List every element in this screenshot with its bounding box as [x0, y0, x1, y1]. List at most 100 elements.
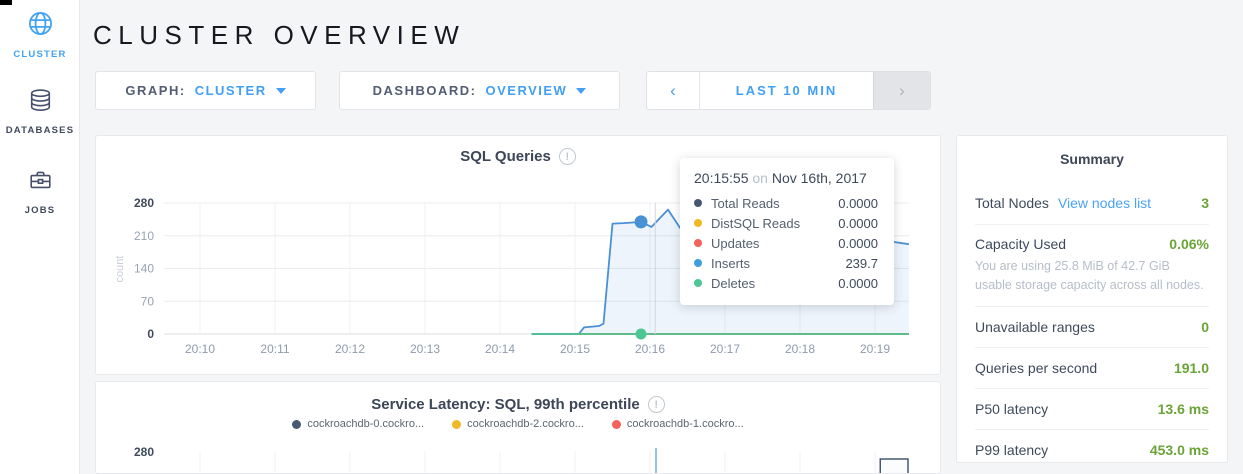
page-title: CLUSTER OVERVIEW — [93, 20, 465, 51]
total-nodes-value: 3 — [1201, 195, 1209, 211]
capacity-description: You are using 25.8 MiB of 42.7 GiB usabl… — [975, 257, 1209, 295]
svg-text:20:16: 20:16 — [635, 342, 665, 356]
sidebar-item-cluster[interactable]: CLUSTER — [0, 10, 80, 60]
tooltip-series-label: Inserts — [711, 256, 750, 271]
view-nodes-list-link[interactable]: View nodes list — [1058, 195, 1151, 211]
tooltip-series-label: DistSQL Reads — [711, 216, 800, 231]
tooltip-timestamp: 20:15:55 on Nov 16th, 2017 — [694, 170, 878, 186]
series-color-dot — [694, 199, 702, 207]
svg-text:20:13: 20:13 — [410, 342, 440, 356]
series-color-dot — [694, 219, 702, 227]
sidebar-item-jobs[interactable]: JOBS — [0, 168, 80, 216]
p99-latency-value: 453.0 ms — [1150, 442, 1209, 458]
p99-latency-label: P99 latency — [975, 442, 1048, 458]
service-latency-title-row: Service Latency: SQL, 99th percentile ! — [96, 396, 940, 413]
svg-text:20:15: 20:15 — [560, 342, 590, 356]
chevron-left-icon: ‹ — [670, 81, 676, 101]
info-icon[interactable]: ! — [559, 148, 576, 165]
tooltip-series-label: Total Reads — [711, 196, 780, 211]
tooltip-row: DistSQL Reads 0.0000 — [694, 213, 878, 233]
summary-title: Summary — [975, 136, 1209, 182]
dashboard-dropdown[interactable]: DASHBOARD: OVERVIEW — [339, 71, 620, 110]
chevron-down-icon — [276, 88, 286, 94]
cluster-overview-page: CLUSTER DATABASES — [0, 0, 1243, 474]
svg-text:0: 0 — [147, 327, 154, 341]
sidebar-item-databases[interactable]: DATABASES — [0, 88, 80, 136]
database-icon — [28, 88, 53, 118]
legend-item[interactable]: cockroachdb-1.cockro... — [612, 418, 744, 430]
legend-item[interactable]: cockroachdb-2.cockro... — [452, 418, 584, 430]
sidebar-item-label: DATABASES — [6, 125, 75, 136]
p50-latency-label: P50 latency — [975, 401, 1048, 417]
series-color-dot — [694, 279, 702, 287]
tooltip-date: Nov 16th, 2017 — [772, 170, 867, 186]
tooltip-series-value: 239.7 — [845, 256, 878, 271]
svg-text:210: 210 — [134, 229, 154, 243]
graph-dropdown-value: CLUSTER — [195, 83, 267, 98]
svg-text:280: 280 — [134, 445, 154, 459]
svg-text:280: 280 — [134, 196, 154, 210]
time-window-prev-button[interactable]: ‹ — [647, 72, 700, 109]
summary-row-p50: P50 latency 13.6 ms — [975, 388, 1209, 429]
briefcase-icon — [28, 168, 53, 198]
time-window-selector: ‹ LAST 10 MIN › — [646, 71, 931, 110]
svg-text:20:18: 20:18 — [785, 342, 815, 356]
sidebar-item-label: CLUSTER — [13, 49, 66, 60]
svg-text:20:10: 20:10 — [185, 342, 215, 356]
tooltip-series-label: Deletes — [711, 276, 755, 291]
chart-legend: cockroachdb-0.cockro... cockroachdb-2.co… — [96, 418, 940, 430]
summary-panel: Summary Total Nodes View nodes list 3 Ca… — [956, 135, 1228, 463]
window-corner-artifact — [0, 0, 12, 5]
summary-row-qps: Queries per second 191.0 — [975, 347, 1209, 388]
qps-value: 191.0 — [1174, 360, 1209, 376]
graph-dropdown-label: GRAPH: — [125, 83, 185, 98]
svg-text:20:14: 20:14 — [485, 342, 515, 356]
graph-dropdown[interactable]: GRAPH: CLUSTER — [95, 71, 316, 110]
chart-title: SQL Queries — [460, 148, 551, 165]
svg-text:20:11: 20:11 — [260, 342, 289, 356]
legend-label: cockroachdb-0.cockro... — [307, 418, 424, 430]
summary-row-capacity: Capacity Used 0.06% You are using 25.8 M… — [975, 224, 1209, 306]
chart-title: Service Latency: SQL, 99th percentile — [371, 396, 639, 413]
chevron-down-icon — [576, 88, 586, 94]
legend-color-dot — [612, 420, 621, 429]
tooltip-series-value: 0.0000 — [838, 236, 878, 251]
tooltip-row: Inserts 239.7 — [694, 253, 878, 273]
p50-latency-value: 13.6 ms — [1158, 401, 1209, 417]
info-icon[interactable]: ! — [648, 396, 665, 413]
svg-text:70: 70 — [141, 294, 155, 308]
legend-label: cockroachdb-2.cockro... — [467, 418, 584, 430]
capacity-used-label: Capacity Used — [975, 236, 1066, 252]
unavailable-ranges-label: Unavailable ranges — [975, 319, 1095, 335]
legend-color-dot — [292, 420, 301, 429]
series-color-dot — [694, 259, 702, 267]
tooltip-series-value: 0.0000 — [838, 276, 878, 291]
sidebar: CLUSTER DATABASES — [0, 0, 80, 474]
chart-hover-tooltip: 20:15:55 on Nov 16th, 2017 Total Reads 0… — [680, 158, 894, 305]
svg-text:count: count — [114, 256, 126, 283]
tooltip-rows: Total Reads 0.0000 DistSQL Reads 0.0000 … — [694, 193, 878, 293]
dashboard-dropdown-label: DASHBOARD: — [373, 83, 477, 98]
summary-row-unavailable-ranges: Unavailable ranges 0 — [975, 306, 1209, 347]
qps-label: Queries per second — [975, 360, 1097, 376]
legend-label: cockroachdb-1.cockro... — [627, 418, 744, 430]
total-nodes-label: Total Nodes — [975, 195, 1049, 211]
chevron-right-icon: › — [899, 81, 905, 101]
legend-item[interactable]: cockroachdb-0.cockro... — [292, 418, 424, 430]
summary-row-total-nodes: Total Nodes View nodes list 3 — [975, 182, 1209, 224]
tooltip-time: 20:15:55 — [694, 170, 749, 186]
sidebar-item-label: JOBS — [25, 205, 56, 216]
tooltip-row: Deletes 0.0000 — [694, 273, 878, 293]
summary-row-p99: P99 latency 453.0 ms — [975, 429, 1209, 463]
capacity-used-value: 0.06% — [1169, 236, 1209, 252]
time-window-next-button[interactable]: › — [873, 72, 930, 109]
tooltip-row: Total Reads 0.0000 — [694, 193, 878, 213]
unavailable-ranges-value: 0 — [1201, 319, 1209, 335]
tooltip-row: Updates 0.0000 — [694, 233, 878, 253]
svg-text:20:19: 20:19 — [860, 342, 890, 356]
tooltip-series-value: 0.0000 — [838, 196, 878, 211]
tooltip-series-value: 0.0000 — [838, 216, 878, 231]
series-color-dot — [694, 239, 702, 247]
svg-text:20:12: 20:12 — [335, 342, 365, 356]
time-window-current[interactable]: LAST 10 MIN — [700, 72, 873, 109]
